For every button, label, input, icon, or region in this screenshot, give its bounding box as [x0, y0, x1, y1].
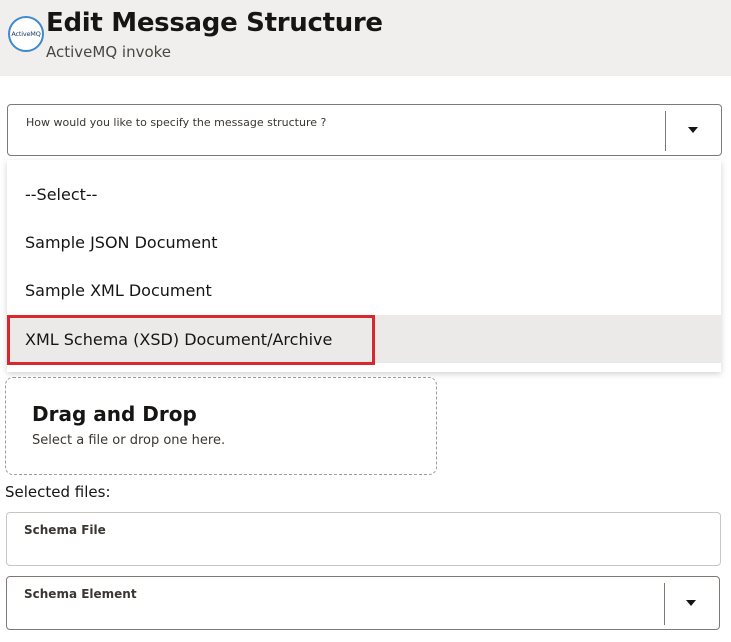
option-select-placeholder[interactable]: --Select-- [7, 170, 721, 218]
option-sample-xml[interactable]: Sample XML Document [7, 266, 721, 314]
caret-down-icon[interactable] [686, 600, 696, 606]
schema-element-label: Schema Element [24, 587, 137, 601]
message-structure-label: How would you like to specify the messag… [26, 116, 327, 129]
option-label: Sample XML Document [25, 280, 212, 300]
dropzone-title: Drag and Drop [32, 402, 197, 426]
select-divider [665, 111, 666, 151]
caret-down-icon[interactable] [688, 127, 698, 133]
logo-text: ActiveMQ [11, 30, 41, 38]
option-sample-json[interactable]: Sample JSON Document [7, 218, 721, 266]
schema-file-label: Schema File [24, 523, 106, 537]
page-title: Edit Message Structure [46, 8, 383, 38]
page-header: ActiveMQ Edit Message Structure ActiveMQ… [0, 0, 731, 76]
highlight-annotation-box [7, 315, 375, 365]
dropzone-subtitle: Select a file or drop one here. [32, 433, 226, 448]
file-dropzone[interactable]: Drag and Drop Select a file or drop one … [5, 377, 437, 475]
activemq-logo: ActiveMQ [8, 16, 44, 52]
page-subtitle: ActiveMQ invoke [46, 43, 172, 61]
page: ActiveMQ Edit Message Structure ActiveMQ… [0, 0, 731, 642]
message-structure-select[interactable]: How would you like to specify the messag… [7, 104, 722, 156]
selected-files-label: Selected files: [5, 483, 111, 501]
option-label: Sample JSON Document [25, 232, 218, 252]
schema-element-select[interactable]: Schema Element [6, 576, 720, 630]
select-divider [664, 583, 665, 625]
option-label: --Select-- [25, 184, 98, 204]
schema-file-field[interactable]: Schema File [6, 512, 721, 566]
